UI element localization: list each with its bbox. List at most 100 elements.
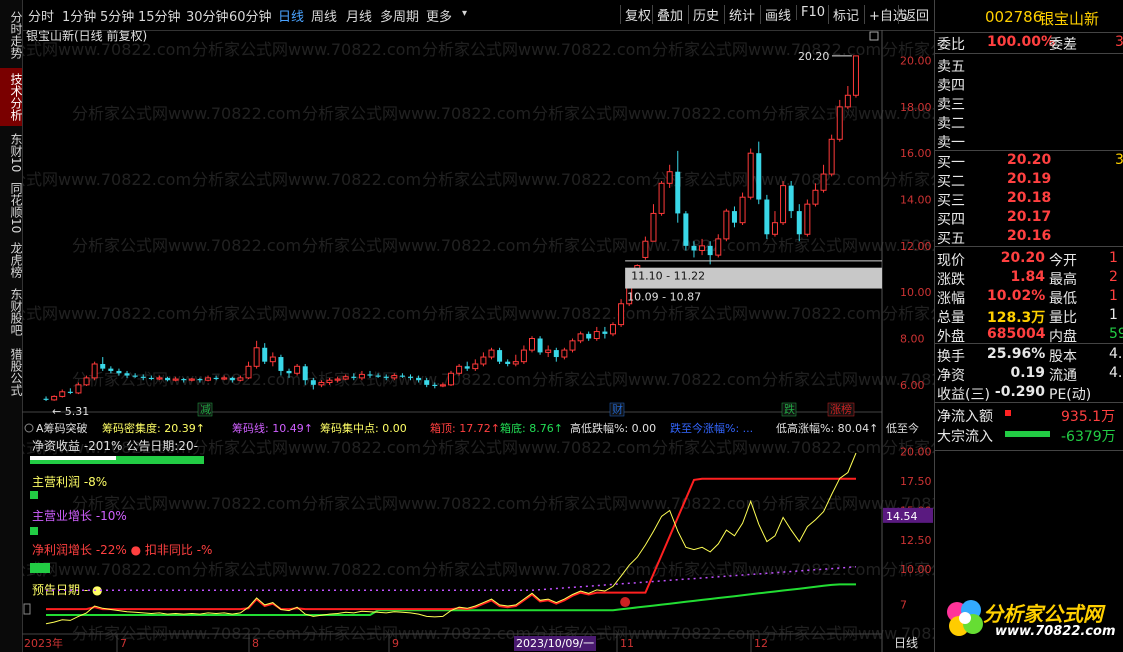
period-indicator[interactable]: 日线	[894, 636, 918, 650]
candle-body	[553, 350, 559, 358]
candle-body	[618, 303, 625, 326]
candle-body	[375, 375, 381, 377]
left-tab-2[interactable]: 东财10	[0, 130, 23, 176]
candle-body	[569, 340, 576, 351]
block-inflow-bar	[1005, 431, 1050, 437]
candle-body	[836, 106, 843, 140]
candle-body	[666, 171, 673, 184]
event-flag-3[interactable]: 涨榜	[827, 402, 855, 417]
candle-body	[75, 384, 82, 394]
block-inflow-value: -6379万	[1061, 429, 1116, 445]
x-axis-label: 11	[620, 637, 634, 650]
event-flag-0[interactable]: 减	[197, 402, 213, 417]
window-box-icon[interactable]	[869, 31, 879, 41]
event-flag-2[interactable]: 跌	[781, 402, 797, 417]
candle-body	[545, 349, 552, 353]
quote-panel: 002786 银宝山新 委比 100.00% 委差 3 卖五 卖四 卖三 卖二 卖一 买…	[934, 0, 1123, 652]
inflow-bar	[1005, 410, 1011, 416]
candle-body	[294, 365, 301, 374]
bid-row: 买二 20.19	[937, 171, 1052, 190]
toolbar-action-3[interactable]: 统计	[724, 5, 755, 24]
candle-body	[577, 333, 584, 342]
candle-body	[715, 238, 722, 256]
candle-body	[796, 211, 802, 235]
candle-body	[593, 331, 600, 340]
candle-body	[528, 338, 535, 351]
svg-text:财: 财	[612, 402, 623, 416]
candle-body	[245, 365, 252, 379]
candle-body	[771, 222, 778, 235]
x-axis-label: 9	[392, 637, 399, 650]
block-inflow-row: 大宗流入 -6379万	[935, 425, 1123, 445]
candle-body	[181, 379, 187, 381]
indicator-header-1: 筹码密集度: 20.39↑	[102, 421, 205, 435]
period-tab-2[interactable]: 5分钟	[100, 6, 134, 25]
period-tab-9[interactable]: 多周期	[380, 6, 419, 25]
candle-body	[505, 361, 511, 364]
logo-url: www.70822.com	[995, 624, 1116, 639]
toolbar-action-8[interactable]: 返回	[898, 5, 929, 24]
left-tab-4[interactable]: 龙虎榜	[0, 238, 23, 282]
candle-body	[747, 152, 754, 198]
candle-body	[497, 350, 503, 362]
indicator-header-3: 筹码集中点: 0.00	[320, 421, 407, 435]
period-tab-3[interactable]: 15分钟	[138, 6, 181, 25]
period-tab-7[interactable]: 周线	[311, 6, 337, 25]
candle-body	[804, 203, 811, 235]
roe-bar-highlight	[30, 456, 116, 460]
candle-body	[51, 395, 58, 401]
period-tab-10[interactable]: 更多	[426, 6, 452, 25]
toolbar-action-0[interactable]: 复权	[620, 5, 651, 24]
toolbar-action-4[interactable]: 画线	[760, 5, 791, 24]
indicator-header-5: 箱底: 8.76↑	[500, 421, 563, 435]
candle-body	[43, 398, 49, 400]
netprofit-bar	[30, 563, 50, 573]
toolbar-action-5[interactable]: F10	[796, 5, 825, 20]
period-tab-8[interactable]: 月线	[346, 6, 372, 25]
left-tab-6[interactable]: 猎股公式	[0, 342, 23, 402]
candle-body	[124, 373, 130, 376]
svg-text:减: 减	[200, 403, 211, 416]
left-tab-3[interactable]: 同花顺10	[0, 180, 23, 236]
period-toolbar: 分时 1分钟 5分钟 15分钟 30分钟 60分钟 日线 周线 月线 多周期 更多 ▾ 复权 叠加 历史 统计…	[22, 0, 934, 31]
kline-chart[interactable]: 银宝山新(日线 前复权) 20.00 18.00 16.00 14.00 12.00 10.…	[22, 30, 934, 652]
period-tab-0[interactable]: 分时	[28, 6, 54, 25]
candle-body	[367, 374, 373, 376]
candle-body	[658, 182, 665, 214]
candle-body	[132, 375, 138, 377]
left-tab-5[interactable]: 东财股吧	[0, 286, 23, 338]
candle-body	[723, 210, 730, 240]
indicator-y-tick: 10.00	[900, 563, 932, 576]
current-value-label: 14.54	[886, 510, 918, 523]
stat-row: 外盘 685004 内盘 59	[937, 326, 1123, 345]
toolbar-action-2[interactable]: 历史	[688, 5, 719, 24]
toolbar-action-6[interactable]: 标记	[828, 5, 859, 24]
toolbar-action-1[interactable]: 叠加	[652, 5, 683, 24]
period-tab-5[interactable]: 60分钟	[229, 6, 272, 25]
stat2-row: 净资 0.19 流通 4.	[937, 365, 1123, 384]
y-tick-label: 12.00	[900, 240, 932, 253]
svg-text:跌: 跌	[784, 402, 795, 416]
candle-body	[609, 324, 616, 335]
candle-body	[100, 363, 106, 369]
candle-body	[326, 379, 333, 384]
period-tab-4[interactable]: 30分钟	[186, 6, 229, 25]
candle-body	[464, 366, 470, 369]
period-tab-6[interactable]: 日线	[278, 6, 304, 25]
indicator-y-tick: 7	[900, 598, 907, 611]
bid-row: 买一 20.20 3	[937, 152, 1123, 171]
candle-body	[213, 377, 219, 380]
left-tab-0[interactable]: 分时走势	[0, 6, 23, 64]
event-flag-1[interactable]: 财	[609, 402, 625, 417]
candle-body	[780, 185, 787, 224]
candle-body	[221, 377, 228, 380]
left-tab-1[interactable]: 技术分析	[0, 68, 23, 126]
candle-body	[108, 368, 114, 371]
range-low-label: 10.09 - 10.87	[627, 291, 701, 304]
indicator-toggle-icon[interactable]	[24, 423, 34, 433]
more-dropdown-icon[interactable]: ▾	[462, 8, 467, 19]
indicator-y-tick: 17.50	[900, 475, 932, 488]
candle-body	[683, 213, 689, 246]
period-tab-1[interactable]: 1分钟	[62, 6, 96, 25]
x-axis-label: 2023/10/09/一	[516, 637, 594, 650]
